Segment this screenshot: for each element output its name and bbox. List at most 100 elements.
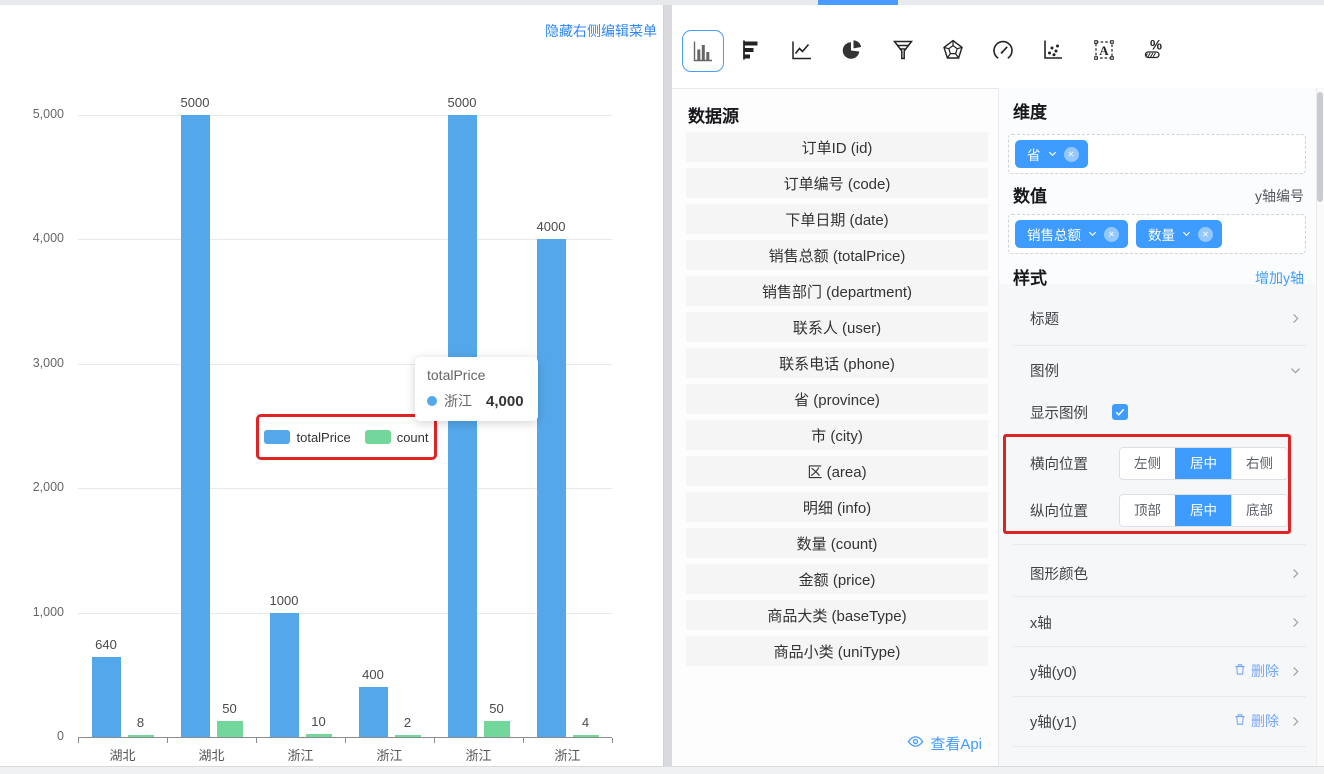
style-row-graph-color[interactable]: 图形颜色 (999, 550, 1316, 596)
x-category-label: 湖北 (168, 745, 256, 764)
chevron-down-icon (1289, 364, 1302, 377)
datasource-field-item[interactable]: 商品小类 (uniType) (686, 636, 988, 666)
datasource-field-item[interactable]: 省 (province) (686, 384, 988, 414)
horizontal-bar-chart-icon (740, 38, 764, 62)
metrics-dropzone[interactable]: 销售总额✕数量✕ (1008, 214, 1306, 254)
style-row-y-axis-1[interactable]: y轴(y1) 删除 (999, 696, 1316, 746)
datasource-field-list: 订单ID (id) 订单编号 (code) 下单日期 (date) 销售总额 (tot… (686, 132, 988, 672)
text-label-icon-button[interactable]: A (1084, 30, 1124, 70)
bar-value-label: 4 (556, 715, 616, 730)
legend-item-totalPrice[interactable]: totalPrice (264, 430, 350, 445)
dimension-dropzone[interactable]: 省✕ (1008, 134, 1306, 174)
text-label-icon: A (1092, 38, 1116, 62)
chevron-down-icon[interactable] (1181, 227, 1192, 242)
chevron-right-icon (1289, 665, 1302, 678)
bar-chart-icon-button[interactable] (682, 30, 724, 72)
segment-option-左侧[interactable]: 左侧 (1120, 448, 1175, 479)
y-axis-1-delete-button[interactable]: 删除 (1233, 711, 1279, 731)
v-position-segmented-control: 顶部居中底部 (1119, 494, 1288, 527)
funnel-chart-icon-button[interactable] (883, 30, 923, 70)
bar-value-label: 5000 (165, 95, 226, 110)
datasource-field-item[interactable]: 销售部门 (department) (686, 276, 988, 306)
dimension-title: 维度 (1013, 98, 1047, 123)
y-axis-tick-label: 5,000 (6, 107, 64, 121)
y-axis-tick-label: 1,000 (6, 605, 64, 619)
chip-remove-icon[interactable]: ✕ (1104, 227, 1119, 242)
bar-count[interactable] (395, 735, 421, 737)
bottom-scrollbar-track[interactable] (0, 766, 1324, 774)
graph-color-label: 图形颜色 (1030, 563, 1088, 584)
tooltip-series-dot (427, 396, 437, 406)
datasource-field-item[interactable]: 市 (city) (686, 420, 988, 450)
chevron-down-icon[interactable] (1047, 147, 1058, 162)
chevron-down-icon[interactable] (1087, 227, 1098, 242)
segment-option-底部[interactable]: 底部 (1231, 495, 1287, 526)
datasource-field-item[interactable]: 金额 (price) (686, 564, 988, 594)
legend-item-count[interactable]: count (365, 430, 429, 445)
metric-chip[interactable]: 销售总额 ✕ (1015, 220, 1128, 248)
x-axis-tick (256, 738, 257, 743)
datasource-field-item[interactable]: 订单ID (id) (686, 132, 988, 162)
bar-count[interactable] (217, 721, 243, 737)
radar-chart-icon-button[interactable] (933, 30, 973, 70)
legend-item-label: totalPrice (296, 430, 350, 445)
scatter-chart-icon-button[interactable] (1033, 30, 1073, 70)
segment-option-右侧[interactable]: 右侧 (1231, 448, 1287, 479)
chip-remove-icon[interactable]: ✕ (1064, 147, 1079, 162)
style-row-x-axis[interactable]: x轴 (999, 598, 1316, 646)
add-y-axis-link[interactable]: 增加y轴 (1255, 268, 1304, 288)
bar-totalPrice[interactable] (537, 239, 566, 737)
chevron-right-icon (1289, 715, 1302, 728)
datasource-field-item[interactable]: 销售总额 (totalPrice) (686, 240, 988, 270)
bar-count[interactable] (484, 721, 510, 737)
dimension-chip[interactable]: 省✕ (1015, 140, 1088, 168)
datasource-field-item[interactable]: 数量 (count) (686, 528, 988, 558)
style-row-legend-label: 图例 (1030, 360, 1059, 381)
y-axis-0-delete-button[interactable]: 删除 (1233, 661, 1279, 681)
datasource-field-item[interactable]: 商品大类 (baseType) (686, 600, 988, 630)
datasource-field-item[interactable]: 区 (area) (686, 456, 988, 486)
chart-type-toolbar: A% (672, 5, 1324, 88)
line-chart-icon-button[interactable] (782, 30, 822, 70)
horizontal-bar-chart-icon-button[interactable] (732, 30, 772, 70)
y-axis-tick-label: 2,000 (6, 480, 64, 494)
metric-chip[interactable]: 数量✕ (1136, 220, 1222, 248)
gauge-chart-icon-button[interactable] (983, 30, 1023, 70)
datasource-field-item[interactable]: 联系人 (user) (686, 312, 988, 342)
bar-totalPrice[interactable] (448, 115, 477, 737)
datasource-field-item[interactable]: 订单编号 (code) (686, 168, 988, 198)
datasource-field-item[interactable]: 明细 (info) (686, 492, 988, 522)
y-gridline (78, 239, 612, 240)
settings-scrollbar-thumb[interactable] (1317, 92, 1323, 202)
segment-option-居中[interactable]: 居中 (1175, 448, 1231, 479)
left-panel-scrollbar[interactable] (663, 5, 672, 766)
show-legend-checkbox[interactable] (1112, 404, 1128, 420)
eye-icon (907, 733, 924, 754)
legend-v-position-row: 纵向位置 顶部居中底部 (999, 487, 1316, 534)
style-row-y-axis-0[interactable]: y轴(y0) 删除 (999, 646, 1316, 696)
datasource-field-item[interactable]: 下单日期 (date) (686, 204, 988, 234)
bar-count[interactable] (306, 734, 332, 737)
scatter-chart-icon (1041, 38, 1065, 62)
show-legend-row: 显示图例 (999, 394, 1316, 430)
metric-chip-label: 销售总额 (1027, 224, 1081, 244)
bar-value-label: 50 (200, 701, 260, 716)
view-api-link[interactable]: 查看Api (907, 733, 982, 754)
chart-plot: 5,0004,0003,0002,0001,00006408湖北500050湖北… (0, 5, 663, 766)
bar-count[interactable] (128, 735, 154, 737)
chart-editor-app: 隐藏右侧编辑菜单 5,0004,0003,0002,0001,00006408湖… (0, 0, 1324, 774)
chip-remove-icon[interactable]: ✕ (1198, 227, 1213, 242)
segment-option-顶部[interactable]: 顶部 (1120, 495, 1175, 526)
x-axis-tick (612, 738, 613, 743)
percent-chart-icon-button[interactable]: % (1134, 30, 1174, 70)
pie-chart-icon-button[interactable] (832, 30, 872, 70)
segment-option-居中[interactable]: 居中 (1175, 495, 1231, 526)
bar-count[interactable] (573, 735, 599, 737)
legend-item-label: count (397, 430, 429, 445)
datasource-field-item[interactable]: 联系电话 (phone) (686, 348, 988, 378)
bar-totalPrice[interactable] (181, 115, 210, 737)
bar-value-label: 4000 (521, 219, 582, 234)
style-row-title[interactable]: 标题 (999, 294, 1316, 342)
style-row-legend[interactable]: 图例 (999, 348, 1316, 392)
x-axis-tick (345, 738, 346, 743)
